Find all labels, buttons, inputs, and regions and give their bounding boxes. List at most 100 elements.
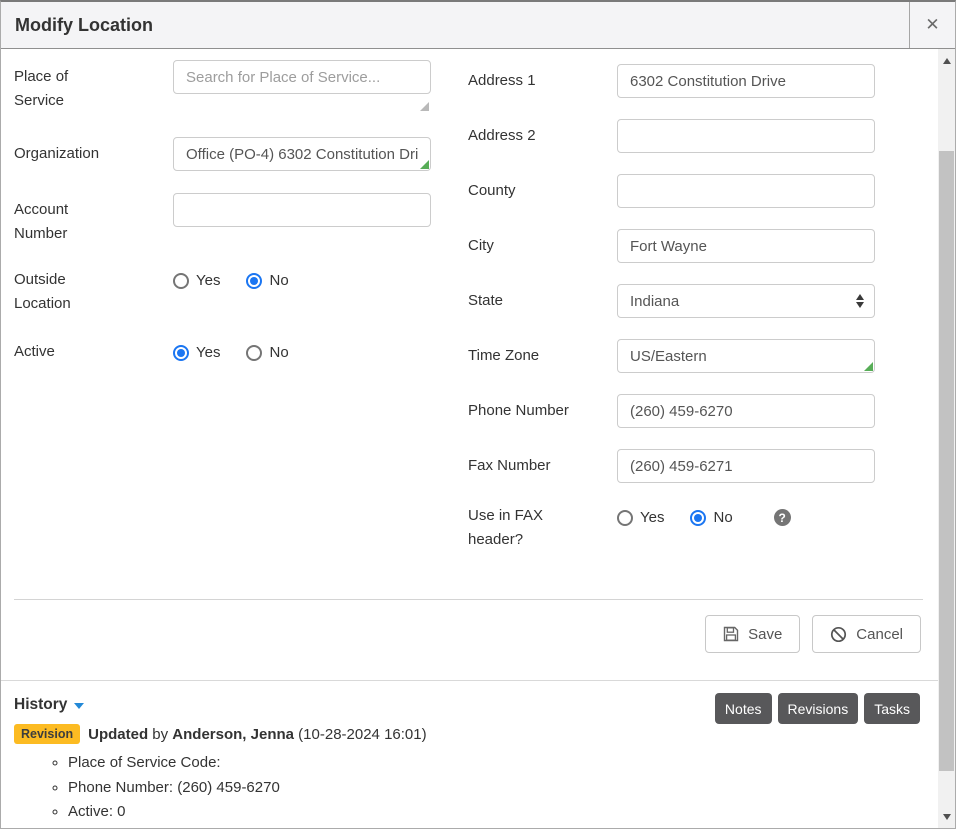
address2-label: Address 2: [468, 124, 617, 148]
resize-grip-icon: [420, 102, 429, 111]
state-row: State Indiana: [468, 284, 896, 318]
fax-number-label: Fax Number: [468, 454, 617, 478]
history-tab-buttons: Notes Revisions Tasks: [715, 693, 920, 724]
time-zone-row: Time Zone: [468, 339, 896, 373]
state-label: State: [468, 289, 617, 313]
select-arrows-icon: [856, 294, 864, 308]
help-icon[interactable]: ?: [774, 509, 791, 526]
form-divider: [14, 599, 923, 600]
account-number-row: Account Number: [14, 193, 431, 246]
save-label: Save: [748, 626, 782, 643]
change-item: Place of Service Code:: [68, 751, 280, 776]
address2-row: Address 2: [468, 119, 896, 153]
scrollbar-thumb[interactable]: [939, 151, 954, 771]
address2-input[interactable]: [617, 119, 875, 153]
save-floppy-icon: [723, 626, 739, 642]
history-entry: Revision Updated by Anderson, Jenna (10-…: [14, 724, 427, 744]
fax-header-yes-radio[interactable]: Yes: [617, 509, 664, 526]
fax-number-input[interactable]: [617, 449, 875, 483]
time-zone-input[interactable]: [617, 339, 875, 373]
change-item: Phone Number: (260) 459-6270: [68, 776, 280, 801]
cancel-label: Cancel: [856, 626, 903, 643]
radio-checked-icon: [173, 345, 189, 361]
resize-grip-icon: [420, 160, 429, 169]
save-button[interactable]: Save: [705, 615, 800, 653]
action-buttons: Save Cancel: [705, 615, 921, 653]
cancel-ban-icon: [830, 626, 847, 643]
address1-input[interactable]: [617, 64, 875, 98]
active-row: Active Yes No: [14, 340, 289, 364]
radio-label: No: [269, 344, 288, 361]
organization-label: Organization: [14, 137, 173, 171]
account-number-input[interactable]: [173, 193, 431, 227]
active-label: Active: [14, 340, 173, 364]
county-input[interactable]: [617, 174, 875, 208]
revisions-button[interactable]: Revisions: [778, 693, 859, 724]
place-of-service-row: Place of Service: [14, 60, 431, 113]
entry-timestamp: (10-28-2024 16:01): [298, 726, 426, 743]
city-label: City: [468, 234, 617, 258]
entry-connector: by: [152, 726, 168, 743]
active-no-radio[interactable]: No: [246, 344, 288, 361]
active-yes-radio[interactable]: Yes: [173, 344, 220, 361]
place-of-service-input[interactable]: [173, 60, 431, 94]
vertical-scrollbar[interactable]: [938, 49, 955, 828]
form-right-column: Address 1 Address 2 County City State In…: [468, 49, 896, 573]
city-row: City: [468, 229, 896, 263]
outside-location-yes-radio[interactable]: Yes: [173, 272, 220, 289]
city-input[interactable]: [617, 229, 875, 263]
fax-header-no-radio[interactable]: No: [690, 509, 732, 526]
modal-header: Modify Location ✕: [1, 2, 955, 49]
place-of-service-label: Place of Service: [14, 60, 173, 113]
history-divider: [1, 680, 938, 681]
history-entry-text: Updated by Anderson, Jenna (10-28-2024 1…: [88, 726, 427, 743]
address1-label: Address 1: [468, 69, 617, 93]
phone-number-row: Phone Number: [468, 394, 896, 428]
page-title: Modify Location: [1, 2, 909, 48]
cancel-button[interactable]: Cancel: [812, 615, 921, 653]
outside-location-no-radio[interactable]: No: [246, 272, 288, 289]
radio-label: No: [269, 272, 288, 289]
county-label: County: [468, 179, 617, 203]
caret-down-icon: [74, 703, 84, 709]
account-number-label: Account Number: [14, 193, 173, 246]
address1-row: Address 1: [468, 64, 896, 98]
organization-row: Organization: [14, 137, 431, 171]
close-icon: ✕: [925, 15, 939, 35]
radio-checked-icon: [246, 273, 262, 289]
close-button[interactable]: ✕: [909, 2, 955, 48]
revision-badge: Revision: [14, 724, 80, 744]
entry-action: Updated: [88, 726, 148, 743]
notes-button[interactable]: Notes: [715, 693, 772, 724]
radio-unchecked-icon: [617, 510, 633, 526]
county-row: County: [468, 174, 896, 208]
radio-unchecked-icon: [173, 273, 189, 289]
history-toggle[interactable]: History: [14, 696, 84, 714]
state-select[interactable]: Indiana: [617, 284, 875, 318]
phone-number-input[interactable]: [617, 394, 875, 428]
organization-input[interactable]: [173, 137, 431, 171]
history-change-list: Place of Service Code: Phone Number: (26…: [14, 751, 280, 825]
fax-header-row: Use in FAX header? Yes No ?: [468, 504, 896, 552]
radio-label: Yes: [196, 272, 220, 289]
tasks-button[interactable]: Tasks: [864, 693, 920, 724]
time-zone-label: Time Zone: [468, 344, 617, 368]
scroll-down-arrow-icon: [943, 814, 951, 820]
radio-label: Yes: [196, 344, 220, 361]
radio-label: Yes: [640, 509, 664, 526]
scroll-down-button[interactable]: [938, 808, 955, 825]
entry-user: Anderson, Jenna: [172, 726, 294, 743]
radio-unchecked-icon: [246, 345, 262, 361]
resize-grip-icon: [864, 362, 873, 371]
modify-location-modal: Modify Location ✕ Place of Service Organ…: [0, 0, 956, 829]
radio-label: No: [713, 509, 732, 526]
phone-number-label: Phone Number: [468, 399, 617, 423]
outside-location-row: Outside Location Yes No: [14, 268, 289, 316]
outside-location-label: Outside Location: [14, 268, 173, 316]
scroll-up-button[interactable]: [938, 52, 955, 69]
fax-header-label: Use in FAX header?: [468, 504, 617, 552]
modal-body: Place of Service Organization Account Nu…: [1, 49, 955, 828]
radio-checked-icon: [690, 510, 706, 526]
history-title: History: [14, 696, 67, 714]
state-selected-value: Indiana: [630, 293, 856, 310]
